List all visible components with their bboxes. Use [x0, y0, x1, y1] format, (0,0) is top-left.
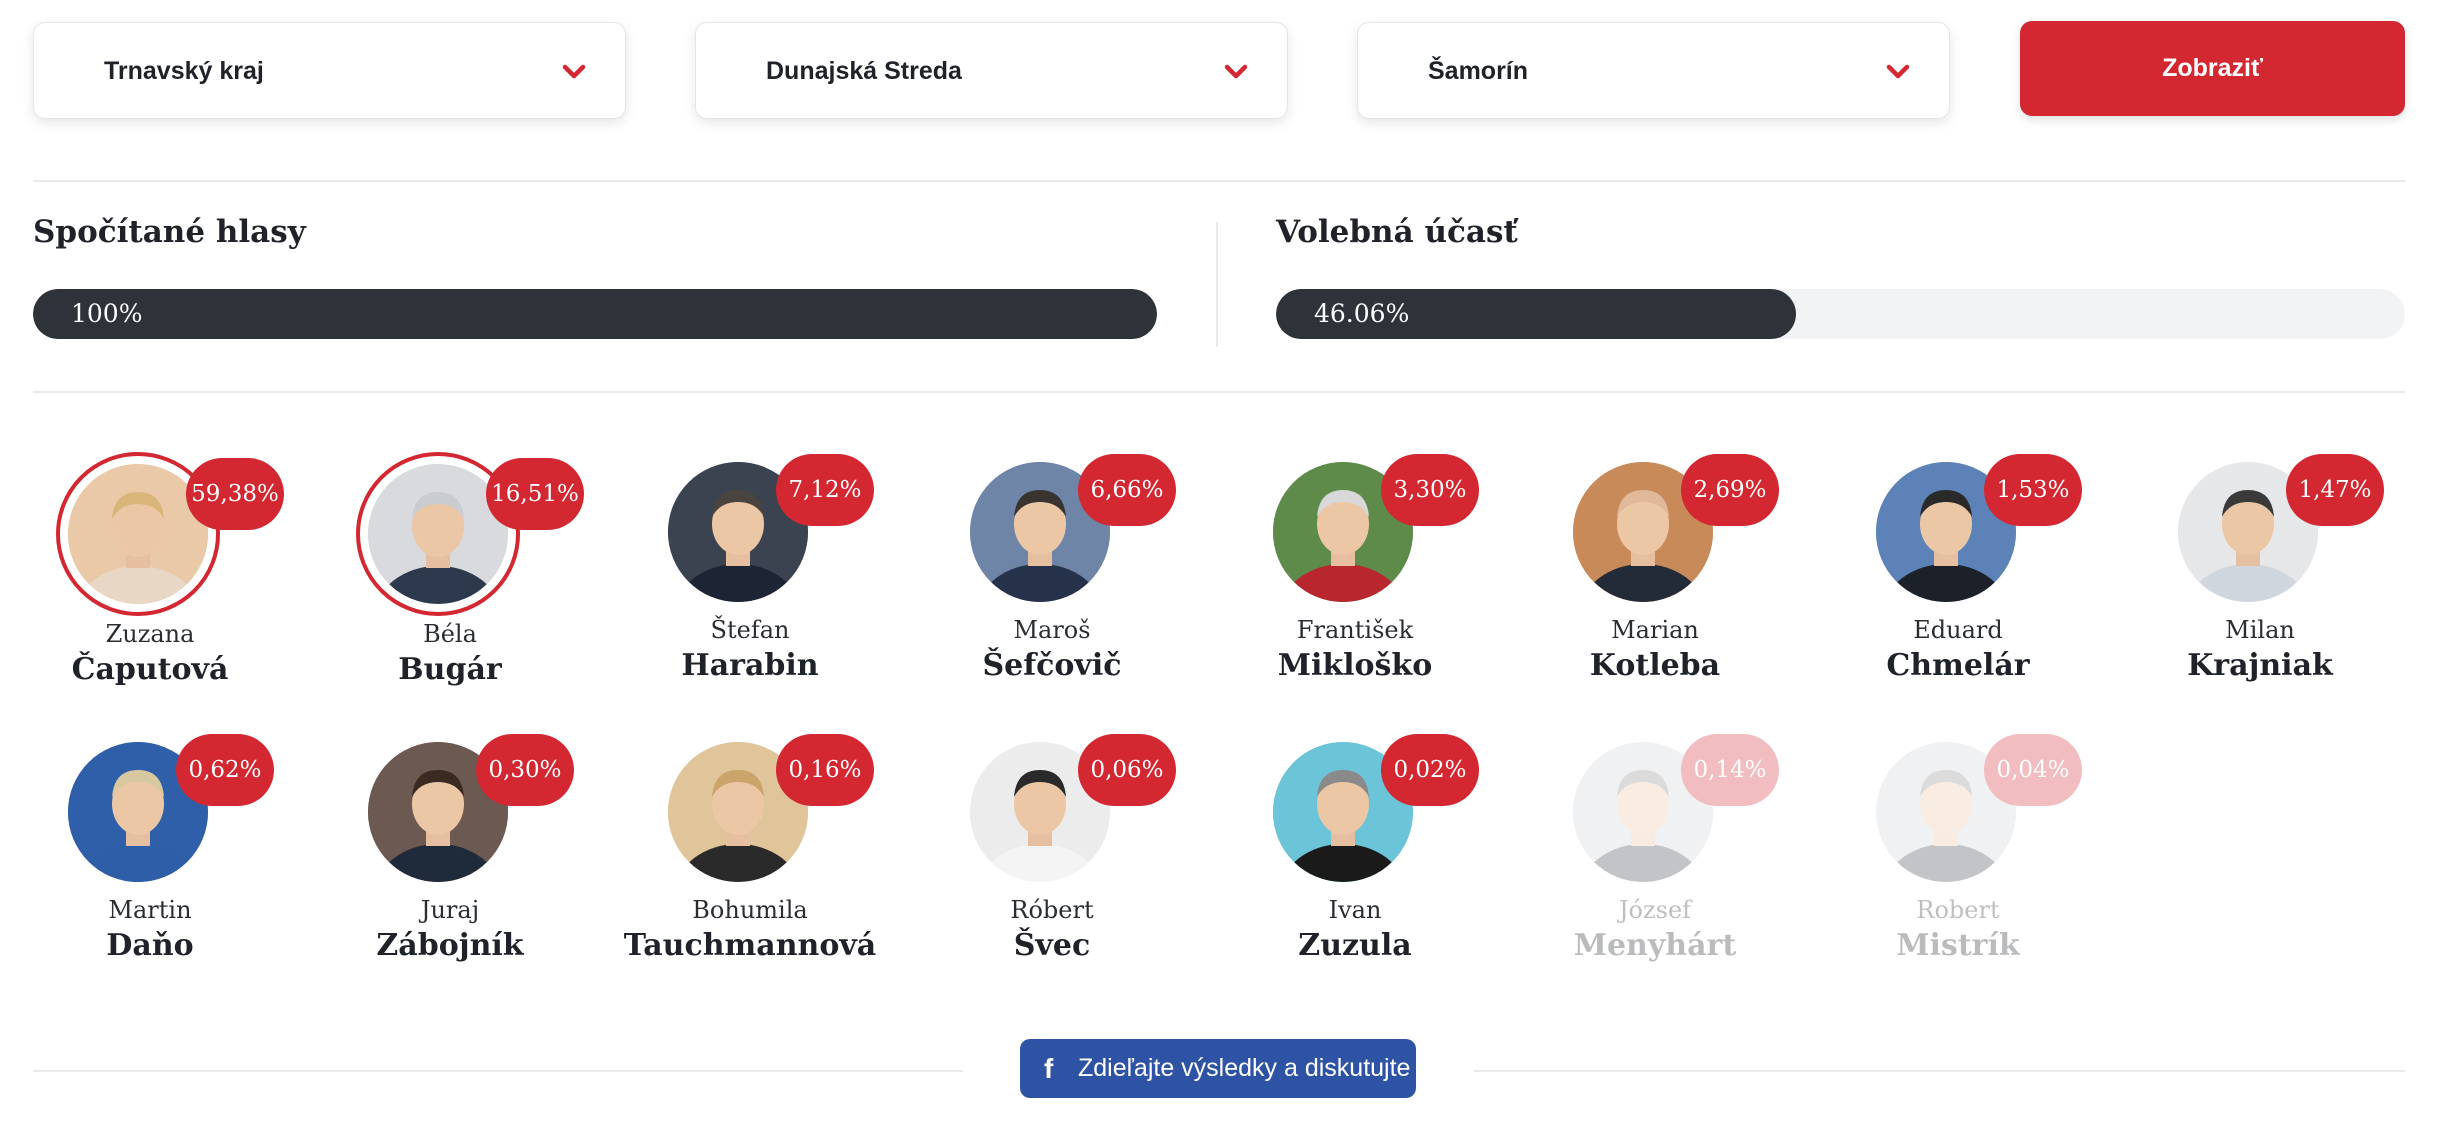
candidate-percent-badge: 7,12% — [776, 454, 874, 526]
candidate-last-name: Harabin — [681, 648, 819, 683]
chevron-down-icon — [1224, 64, 1248, 79]
candidate-percent-badge: 16,51% — [486, 458, 584, 530]
candidate-card: 16,51% Béla Bugár — [300, 440, 600, 710]
candidate-card: 0,14% József Menyhárt — [1505, 720, 1805, 990]
candidate-last-name: Daňo — [106, 928, 194, 963]
counted-votes-value: 100% — [71, 299, 143, 328]
candidate-percent-badge: 2,69% — [1681, 454, 1779, 526]
vertical-divider — [1216, 222, 1218, 347]
candidate-last-name: Chmelár — [1886, 648, 2030, 683]
candidate-card: 0,02% Ivan Zuzula — [1205, 720, 1505, 990]
candidate-last-name: Zábojník — [376, 928, 524, 963]
candidate-first-name: Bohumila — [692, 896, 808, 924]
candidate-last-name: Šefčovič — [982, 648, 1122, 683]
candidate-percent-badge: 0,02% — [1381, 734, 1479, 806]
candidate-card: 3,30% František Mikloško — [1205, 440, 1505, 710]
counted-votes-progress: 100% — [33, 289, 1157, 339]
candidate-last-name: Menyhárt — [1573, 928, 1737, 963]
candidate-percent-badge: 0,06% — [1078, 734, 1176, 806]
divider — [1474, 1070, 2405, 1072]
divider — [33, 180, 2405, 182]
candidate-first-name: Milan — [2225, 616, 2295, 644]
candidate-card: 1,47% Milan Krajniak — [2110, 440, 2410, 710]
candidate-percent-badge: 59,38% — [186, 458, 284, 530]
candidate-first-name: Béla — [423, 620, 477, 648]
candidate-percent-badge: 6,66% — [1078, 454, 1176, 526]
candidate-card: 0,06% Róbert Švec — [902, 720, 1202, 990]
chevron-down-icon — [1886, 64, 1910, 79]
candidate-first-name: Martin — [108, 896, 192, 924]
share-button[interactable]: f Zdieľajte výsledky a diskutujte — [1020, 1039, 1416, 1098]
divider — [33, 391, 2405, 393]
candidate-card: 0,04% Robert Mistrík — [1808, 720, 2108, 990]
candidate-first-name: Eduard — [1913, 616, 2003, 644]
divider — [33, 1070, 963, 1072]
candidate-card: 0,16% Bohumila Tauchmannová — [600, 720, 900, 990]
region-select-value: Trnavský kraj — [104, 57, 264, 85]
counted-votes-title: Spočítané hlasy — [33, 214, 306, 250]
candidate-first-name: Maroš — [1013, 616, 1091, 644]
chevron-down-icon — [562, 64, 586, 79]
candidate-last-name: Švec — [1013, 928, 1091, 963]
candidate-first-name: Juraj — [420, 896, 480, 924]
candidate-card: 0,62% Martin Daňo — [0, 720, 300, 990]
candidate-card: 6,66% Maroš Šefčovič — [902, 440, 1202, 710]
candidate-card: 0,30% Juraj Zábojník — [300, 720, 600, 990]
candidate-last-name: Čaputová — [71, 652, 229, 687]
candidate-percent-badge: 0,04% — [1984, 734, 2082, 806]
candidate-percent-badge: 0,14% — [1681, 734, 1779, 806]
candidate-first-name: František — [1296, 616, 1414, 644]
candidate-last-name: Krajniak — [2187, 648, 2333, 683]
turnout-value: 46.06% — [1314, 299, 1410, 328]
candidate-card: 2,69% Marian Kotleba — [1505, 440, 1805, 710]
candidate-first-name: József — [1618, 896, 1692, 924]
candidate-percent-badge: 0,30% — [476, 734, 574, 806]
municipality-select-value: Šamorín — [1428, 57, 1529, 85]
candidate-first-name: Štefan — [710, 616, 790, 644]
district-select[interactable]: Dunajská Streda — [695, 22, 1288, 119]
candidate-first-name: Róbert — [1010, 896, 1094, 924]
candidate-card: 1,53% Eduard Chmelár — [1808, 440, 2108, 710]
candidate-last-name: Zuzula — [1298, 928, 1412, 963]
candidate-percent-badge: 1,53% — [1984, 454, 2082, 526]
facebook-icon: f — [1044, 1053, 1054, 1084]
candidate-first-name: Robert — [1916, 896, 2000, 924]
candidate-percent-badge: 0,16% — [776, 734, 874, 806]
turnout-title: Volebná účasť — [1276, 214, 1518, 250]
candidate-last-name: Kotleba — [1589, 648, 1721, 683]
district-select-value: Dunajská Streda — [766, 57, 962, 85]
candidate-card: 59,38% Zuzana Čaputová — [0, 440, 300, 710]
candidate-percent-badge: 3,30% — [1381, 454, 1479, 526]
candidate-card: 7,12% Štefan Harabin — [600, 440, 900, 710]
region-select[interactable]: Trnavský kraj — [33, 22, 626, 119]
municipality-select[interactable]: Šamorín — [1357, 22, 1950, 119]
candidate-first-name: Zuzana — [105, 620, 195, 648]
candidate-first-name: Marian — [1611, 616, 1699, 644]
candidate-last-name: Mikloško — [1277, 648, 1433, 683]
candidate-last-name: Mistrík — [1896, 928, 2020, 963]
candidate-last-name: Tauchmannová — [623, 928, 877, 963]
candidate-percent-badge: 0,62% — [176, 734, 274, 806]
candidate-last-name: Bugár — [398, 652, 502, 687]
share-button-label: Zdieľajte výsledky a diskutujte — [1078, 1054, 1411, 1082]
candidate-percent-badge: 1,47% — [2286, 454, 2384, 526]
show-button[interactable]: Zobraziť — [2020, 21, 2405, 116]
counted-votes-progress-fill — [33, 289, 1157, 339]
candidate-first-name: Ivan — [1328, 896, 1382, 924]
turnout-progress: 46.06% — [1276, 289, 2405, 339]
